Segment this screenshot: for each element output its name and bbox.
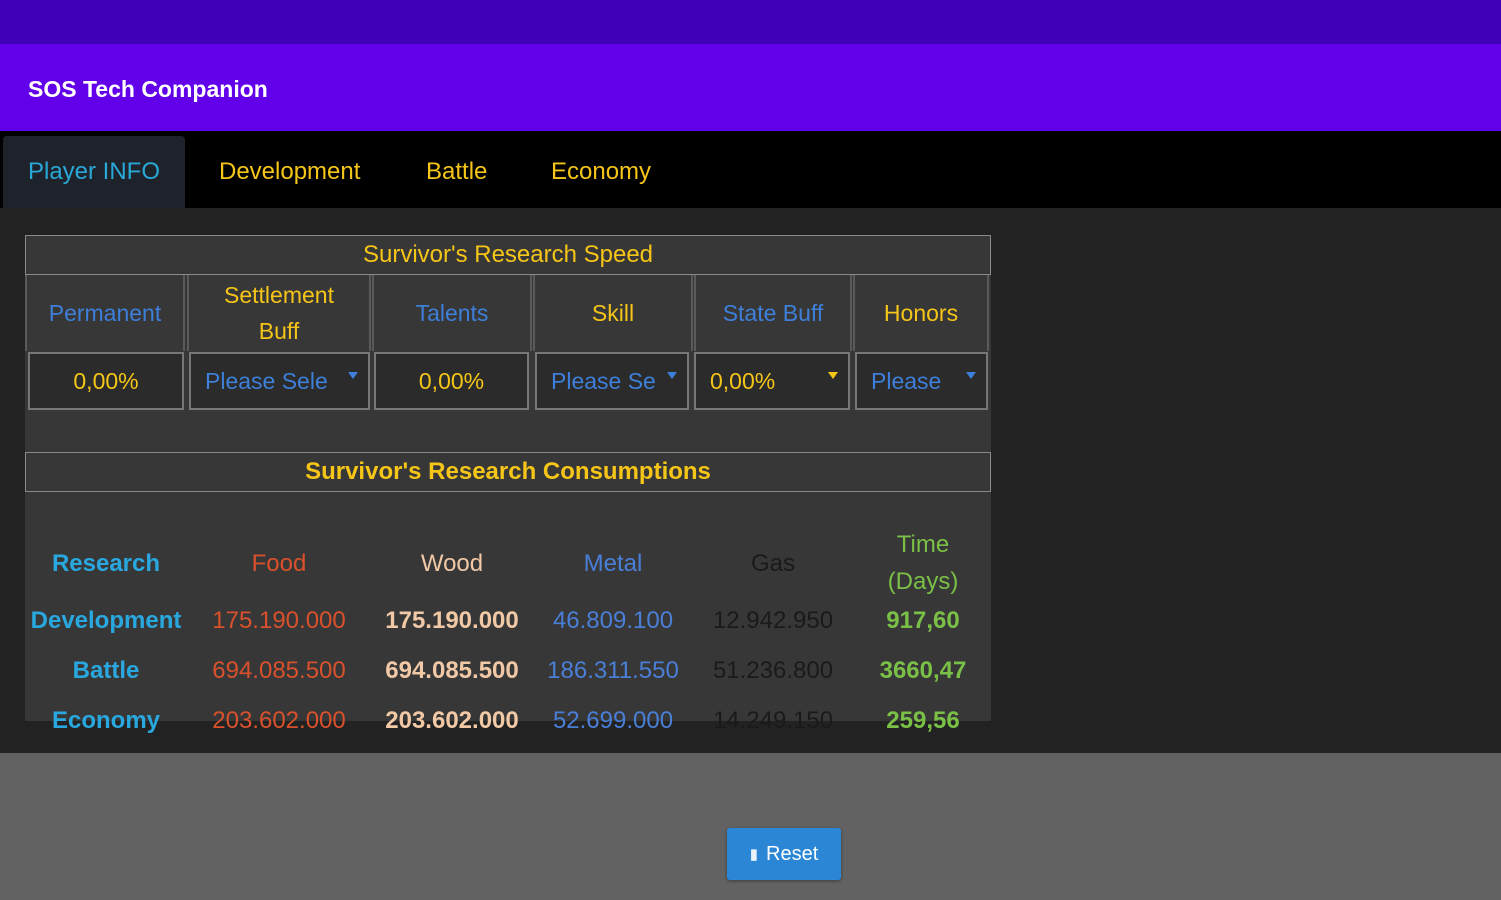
research-speed-title: Survivor's Research Speed xyxy=(25,235,991,275)
header-permanent: Permanent xyxy=(25,275,185,351)
header-skill: Skill xyxy=(533,275,693,351)
tab-economy[interactable]: Economy xyxy=(551,136,651,208)
cell-food: 203.602.000 xyxy=(212,707,346,734)
col-time: Time (Days) xyxy=(887,531,959,595)
cell-wood: 203.602.000 xyxy=(385,707,519,734)
reset-button[interactable]: ▮ Reset xyxy=(727,828,841,880)
tab-battle[interactable]: Battle xyxy=(426,136,487,208)
settlement-buff-value: Please Sele xyxy=(205,367,328,394)
honors-select[interactable]: Please xyxy=(855,352,988,410)
col-wood: Wood xyxy=(420,549,484,577)
honors-value: Please xyxy=(871,367,942,394)
cell-time: 259,56 xyxy=(886,707,960,734)
content-area: Survivor's Research Speed Permanent Sett… xyxy=(0,208,1501,753)
cell-food: 694.085.500 xyxy=(212,657,346,684)
caret-down-icon xyxy=(348,372,358,379)
settlement-buff-select[interactable]: Please Sele xyxy=(189,352,370,410)
status-bar xyxy=(0,0,1501,44)
reset-label: Reset xyxy=(766,842,819,865)
cell-gas: 51.236.800 xyxy=(712,657,834,684)
header-talents: Talents xyxy=(372,275,532,351)
header-honors: Honors xyxy=(853,275,989,351)
row-research-label: Development xyxy=(30,607,182,634)
cell-metal: 52.699.000 xyxy=(552,707,674,734)
cell-gas: 12.942.950 xyxy=(712,607,834,634)
app-title: SOS Tech Companion xyxy=(28,76,268,102)
cell-metal: 46.809.100 xyxy=(552,607,674,634)
app-bar: SOS Tech Companion xyxy=(0,44,1501,131)
cell-food: 175.190.000 xyxy=(212,607,346,634)
tab-development[interactable]: Development xyxy=(219,136,360,208)
talents-input[interactable]: 0,00% xyxy=(374,352,529,410)
col-gas: Gas xyxy=(750,549,795,577)
header-state-buff: State Buff xyxy=(694,275,852,351)
trash-icon: ▮ xyxy=(749,846,758,863)
cell-wood: 175.190.000 xyxy=(385,607,519,634)
state-buff-value: 0,00% xyxy=(710,367,776,394)
skill-select[interactable]: Please Se xyxy=(535,352,689,410)
state-buff-select[interactable]: 0,00% xyxy=(694,352,850,410)
tab-player-info[interactable]: Player INFO xyxy=(3,136,185,208)
cell-metal: 186.311.550 xyxy=(547,657,679,684)
cell-gas: 14.249.150 xyxy=(712,707,834,734)
caret-down-icon xyxy=(966,372,976,379)
research-consumptions-title: Survivor's Research Consumptions xyxy=(25,452,991,492)
skill-value: Please Se xyxy=(551,367,656,394)
col-research: Research xyxy=(51,549,161,577)
cell-wood: 694.085.500 xyxy=(385,657,519,684)
caret-down-icon xyxy=(828,372,838,379)
research-panel: Survivor's Research Speed Permanent Sett… xyxy=(25,235,991,734)
tab-bar: Player INFO Development Battle Economy xyxy=(0,131,1501,208)
permanent-input[interactable]: 0,00% xyxy=(28,352,184,410)
caret-down-icon xyxy=(667,372,677,379)
col-metal: Metal xyxy=(583,549,643,577)
cell-time: 917,60 xyxy=(886,607,960,634)
row-research-label: Economy xyxy=(51,707,161,734)
cell-time: 3660,47 xyxy=(879,657,967,684)
row-research-label: Battle xyxy=(72,657,140,684)
col-food: Food xyxy=(251,549,307,577)
permanent-value: 0,00% xyxy=(73,367,139,394)
header-settlement-buff: Settlement Buff xyxy=(187,275,371,351)
talents-value: 0,00% xyxy=(418,367,485,394)
